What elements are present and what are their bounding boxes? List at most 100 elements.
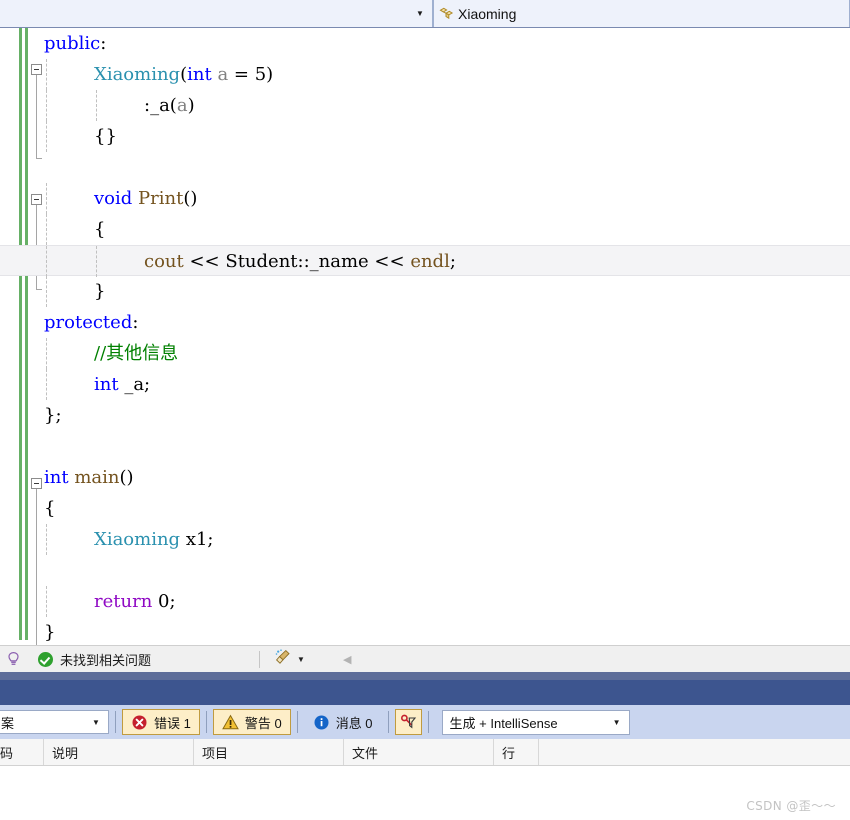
filter-toggle-button[interactable] bbox=[394, 709, 422, 735]
code-line[interactable]: void Print() bbox=[44, 183, 850, 214]
errors-filter-button[interactable]: 错误 1 bbox=[122, 709, 200, 735]
messages-filter-button[interactable]: 消息 0 bbox=[304, 709, 382, 735]
code-line-text: return 0; bbox=[94, 591, 176, 612]
chevron-down-icon: ▼ bbox=[416, 9, 424, 18]
docked-panel-band-top bbox=[0, 672, 850, 680]
code-editor[interactable]: public: Xiaoming(int a = 5):_a(a){} void P… bbox=[0, 28, 850, 645]
code-line-text: :_a(a) bbox=[144, 95, 195, 116]
code-line[interactable] bbox=[44, 152, 850, 183]
code-line-text: }; bbox=[44, 405, 62, 426]
code-line[interactable]: int main() bbox=[44, 462, 850, 493]
code-text-area[interactable]: public: Xiaoming(int a = 5):_a(a){} void P… bbox=[0, 28, 850, 645]
code-line[interactable] bbox=[44, 555, 850, 586]
code-line[interactable]: }; bbox=[44, 400, 850, 431]
code-line-text: } bbox=[44, 622, 55, 643]
fold-toggle-main[interactable] bbox=[31, 478, 42, 489]
code-token: _a; bbox=[118, 374, 151, 395]
code-token: ; bbox=[449, 251, 456, 272]
code-token: 0 bbox=[158, 591, 170, 612]
code-token: : bbox=[132, 312, 139, 333]
code-line-text: public: bbox=[44, 33, 106, 54]
error-list-toolbar: 案 ▼ 错误 1 警告 0 消息 0 生成 + IntelliSense ▼ bbox=[0, 705, 850, 739]
problem-status: 未找到相关问题 bbox=[26, 650, 151, 669]
indent-guide bbox=[46, 586, 47, 617]
code-token: ) bbox=[187, 95, 195, 116]
column-header-project[interactable]: 项目 bbox=[194, 739, 344, 765]
code-line-text: { bbox=[44, 498, 55, 519]
hint-divider bbox=[259, 650, 261, 668]
code-line[interactable]: cout << Student::_name << endl; bbox=[0, 245, 850, 277]
code-token: Xiaoming bbox=[94, 64, 181, 85]
csdn-watermark: CSDN @歪～～ bbox=[746, 799, 836, 813]
saved-change-indicator bbox=[19, 28, 22, 640]
indent-guide bbox=[46, 524, 47, 555]
code-line[interactable]: { bbox=[44, 214, 850, 245]
code-line[interactable]: { bbox=[44, 493, 850, 524]
code-line[interactable]: return 0; bbox=[44, 586, 850, 617]
column-header-line[interactable]: 行 bbox=[494, 739, 539, 765]
toolbar-divider-2 bbox=[205, 711, 207, 733]
green-check-icon bbox=[38, 651, 53, 667]
fold-toggle-print[interactable] bbox=[31, 194, 42, 205]
code-line[interactable]: protected: bbox=[44, 307, 850, 338]
filter-key-icon bbox=[400, 714, 417, 731]
fold-end-tick-2 bbox=[36, 289, 42, 290]
code-line[interactable] bbox=[44, 431, 850, 462]
fold-guide-line-3 bbox=[36, 478, 37, 645]
column-header-file[interactable]: 文件 bbox=[344, 739, 494, 765]
error-x-icon bbox=[131, 714, 148, 731]
code-line[interactable]: } bbox=[44, 617, 850, 645]
column-header-description[interactable]: 说明 bbox=[44, 739, 194, 765]
member-dropdown[interactable]: Xiaoming bbox=[433, 0, 850, 27]
code-line-text: int main() bbox=[44, 467, 134, 488]
chevron-down-icon[interactable]: ▼ bbox=[297, 655, 305, 664]
code-line[interactable]: public: bbox=[44, 28, 850, 59]
lightbulb-icon[interactable] bbox=[0, 651, 26, 667]
code-line[interactable]: } bbox=[44, 276, 850, 307]
fold-end-tick bbox=[36, 158, 42, 159]
code-line[interactable]: Xiaoming x1; bbox=[44, 524, 850, 555]
code-token: { bbox=[94, 219, 106, 240]
code-token: {} bbox=[94, 126, 117, 147]
scope-dropdown[interactable]: ▼ bbox=[0, 0, 433, 27]
code-token: :_a( bbox=[144, 95, 177, 116]
code-line-text: void Print() bbox=[94, 188, 197, 209]
indent-guide bbox=[46, 246, 47, 277]
fold-toggle-constructor[interactable] bbox=[31, 64, 42, 75]
code-line[interactable]: int _a; bbox=[44, 369, 850, 400]
indent-guide bbox=[46, 276, 47, 307]
editor-glyph-margin bbox=[0, 28, 30, 645]
error-scope-value: 案 bbox=[1, 715, 15, 731]
code-token: a bbox=[217, 64, 229, 85]
code-token: }; bbox=[44, 405, 62, 426]
previous-issue-arrow-icon[interactable]: ◀ bbox=[343, 653, 351, 666]
warnings-filter-button[interactable]: 警告 0 bbox=[212, 709, 291, 735]
indent-guide bbox=[46, 121, 47, 152]
code-line-text: int _a; bbox=[94, 374, 150, 395]
code-token: () bbox=[119, 467, 134, 488]
code-line[interactable]: //其他信息 bbox=[44, 338, 850, 369]
error-source-dropdown[interactable]: 生成 + IntelliSense ▼ bbox=[441, 709, 630, 735]
code-line-text: protected: bbox=[44, 312, 138, 333]
editor-fold-column[interactable] bbox=[30, 28, 44, 645]
code-token: //其他信息 bbox=[94, 343, 179, 364]
indent-guide bbox=[46, 183, 47, 214]
warnings-filter-label: 警告 0 bbox=[244, 715, 282, 731]
info-circle-icon bbox=[313, 714, 330, 731]
code-cleanup-broom-icon bbox=[274, 648, 292, 671]
code-token: int bbox=[94, 374, 119, 395]
code-line[interactable]: Xiaoming(int a = 5) bbox=[44, 59, 850, 90]
code-line-text: //其他信息 bbox=[94, 343, 178, 364]
error-list-rows[interactable] bbox=[0, 766, 850, 820]
code-line[interactable]: :_a(a) bbox=[44, 90, 850, 121]
code-token: public bbox=[44, 33, 101, 54]
code-line[interactable]: {} bbox=[44, 121, 850, 152]
column-header-code[interactable]: 码 bbox=[0, 739, 44, 765]
code-token: << bbox=[183, 251, 226, 272]
code-token: main bbox=[74, 467, 120, 488]
code-cleanup-button[interactable]: ▼ bbox=[274, 648, 305, 671]
code-line-text: Xiaoming(int a = 5) bbox=[94, 64, 273, 85]
error-scope-dropdown[interactable]: 案 ▼ bbox=[0, 710, 109, 734]
code-line-text: cout << Student::_name << endl; bbox=[144, 251, 456, 272]
code-line-text: } bbox=[94, 281, 105, 302]
